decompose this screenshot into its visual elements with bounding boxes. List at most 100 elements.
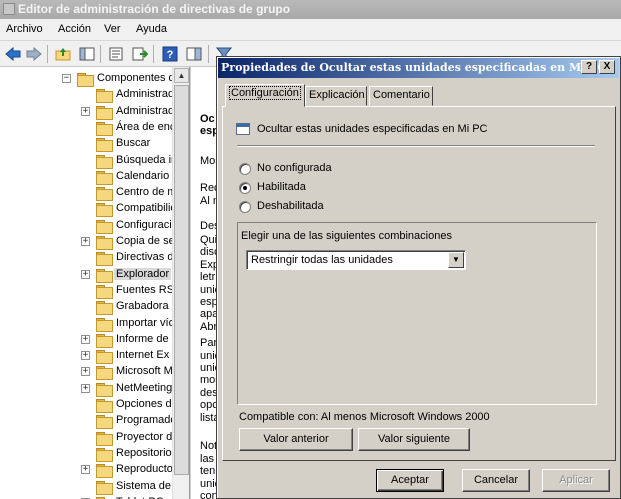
tree-item[interactable]: + NetMeeting bbox=[0, 381, 172, 397]
tree-item[interactable]: Importar vío bbox=[0, 316, 175, 332]
tree-scrollbar[interactable]: ▲ bbox=[172, 67, 189, 499]
tree-item[interactable]: Proyector d bbox=[0, 430, 172, 446]
folder-icon bbox=[96, 382, 113, 397]
dialog-titlebar: Propiedades de Ocultar estas unidades es… bbox=[218, 58, 619, 78]
export-list-icon[interactable] bbox=[130, 44, 150, 64]
tree-item[interactable]: Búsqueda ir bbox=[0, 153, 175, 169]
tree-item[interactable]: − Componentes d bbox=[0, 71, 175, 87]
radio-label: Habilitada bbox=[257, 181, 306, 193]
tree-item[interactable]: Calendario c bbox=[0, 169, 178, 185]
radio-circle[interactable] bbox=[239, 182, 251, 194]
dialog-title: Propiedades de Ocultar estas unidades es… bbox=[221, 61, 607, 74]
scroll-thumb[interactable] bbox=[174, 85, 189, 475]
tree-item[interactable]: Repositorio bbox=[0, 446, 172, 462]
scroll-up-icon[interactable]: ▲ bbox=[174, 68, 189, 83]
expand-icon[interactable]: + bbox=[81, 383, 90, 393]
tree-item[interactable]: Administrad bbox=[0, 87, 175, 104]
tree-item[interactable]: Programado bbox=[0, 413, 177, 430]
tree-item[interactable]: + Copia de se bbox=[0, 234, 175, 250]
menu-accion[interactable]: Acción bbox=[58, 23, 91, 35]
folder-icon bbox=[96, 252, 113, 267]
tree-item[interactable]: +Tablet PC bbox=[0, 495, 172, 499]
tree-item-label: Explorador bbox=[114, 267, 172, 280]
tree-item-label: Administrad bbox=[116, 88, 175, 101]
folder-icon bbox=[96, 480, 113, 495]
tab-explicacion[interactable]: Explicación bbox=[305, 86, 367, 106]
folder-icon bbox=[96, 317, 113, 332]
expand-icon[interactable]: + bbox=[81, 106, 90, 116]
radio-circle[interactable] bbox=[239, 163, 251, 175]
tree-item-label: Sistema de bbox=[116, 479, 172, 492]
properties-icon[interactable] bbox=[106, 44, 126, 64]
tree-item-label: Compatibilic bbox=[116, 202, 176, 215]
tree-item-label: Directivas d bbox=[116, 251, 174, 264]
tree-item[interactable]: Opciones de bbox=[0, 397, 178, 413]
up-folder-icon[interactable] bbox=[53, 44, 73, 64]
tree-item[interactable]: Fuentes RSS bbox=[0, 283, 181, 299]
folder-icon bbox=[96, 121, 113, 136]
tree-item-label: Internet Ex bbox=[116, 349, 170, 362]
cancel-button[interactable]: Cancelar bbox=[462, 469, 530, 492]
divider bbox=[237, 145, 595, 147]
expand-icon[interactable]: + bbox=[81, 351, 90, 361]
drives-combo-select[interactable]: Restringir todas las unidades ▼ bbox=[246, 250, 466, 270]
tree-item[interactable]: Área de enc bbox=[0, 120, 175, 136]
tree-item[interactable]: + Administrad bbox=[0, 104, 175, 120]
folder-icon bbox=[96, 415, 113, 430]
action-pane-icon[interactable] bbox=[184, 44, 204, 64]
folder-icon bbox=[96, 154, 113, 169]
compatibility-text: Compatible con: Al menos Microsoft Windo… bbox=[239, 411, 490, 423]
menu-archivo[interactable]: Archivo bbox=[6, 23, 43, 35]
tree-item-label: Centro de m bbox=[116, 186, 177, 199]
dialog-close-button[interactable]: X bbox=[599, 60, 615, 74]
menu-ayuda[interactable]: Ayuda bbox=[136, 23, 167, 35]
tree-item-label: Calendario c bbox=[116, 169, 178, 182]
navigation-tree: − Componentes d Administrad + Administrad Áre… bbox=[0, 67, 190, 499]
expand-icon[interactable]: + bbox=[81, 334, 90, 344]
tree-item-label: Administrad bbox=[116, 104, 175, 117]
tree-item[interactable]: Grabadora c bbox=[0, 299, 177, 316]
tree-item[interactable]: Centro de m bbox=[0, 185, 177, 202]
expand-icon[interactable]: + bbox=[81, 237, 90, 246]
tree-item-label: Importar vío bbox=[116, 316, 175, 329]
properties-dialog: Propiedades de Ocultar estas unidades es… bbox=[216, 56, 621, 499]
collapse-icon[interactable]: − bbox=[62, 74, 71, 83]
tree-item[interactable]: + Explorador bbox=[0, 267, 172, 283]
chevron-down-icon[interactable]: ▼ bbox=[448, 252, 464, 268]
menu-bar: Archivo Acción Ver Ayuda bbox=[0, 19, 621, 41]
tree-item[interactable]: Buscar bbox=[0, 136, 172, 153]
tree-item[interactable]: Sistema de bbox=[0, 479, 172, 495]
tree-item-label: Configuració bbox=[116, 218, 178, 231]
tree-item[interactable]: + Informe de bbox=[0, 332, 172, 348]
folder-icon bbox=[96, 219, 113, 234]
tree-item[interactable]: + Microsoft M bbox=[0, 364, 173, 381]
forward-arrow-icon[interactable] bbox=[24, 44, 44, 64]
tree-item-label: Componentes d bbox=[97, 72, 175, 84]
tree-item[interactable]: Compatibilic bbox=[0, 201, 176, 218]
tree-item[interactable]: Directivas d bbox=[0, 250, 174, 267]
apply-button[interactable]: Aplicar bbox=[542, 469, 610, 492]
tree-item[interactable]: + Internet Ex bbox=[0, 348, 172, 365]
dialog-help-button[interactable]: ? bbox=[581, 60, 597, 74]
folder-icon bbox=[96, 301, 113, 316]
next-setting-button[interactable]: Valor siguiente bbox=[358, 428, 470, 451]
menu-ver[interactable]: Ver bbox=[104, 23, 121, 35]
combo-value: Restringir todas las unidades bbox=[251, 254, 393, 266]
tree-item-label: Programado bbox=[116, 414, 177, 427]
tree-item[interactable]: Configuració bbox=[0, 218, 178, 234]
tree-item[interactable]: + Reproducto bbox=[0, 462, 173, 479]
folder-icon bbox=[96, 138, 113, 153]
folder-icon bbox=[96, 399, 113, 413]
main-window-titlebar: Editor de administración de directivas d… bbox=[0, 0, 621, 19]
previous-setting-button[interactable]: Valor anterior bbox=[239, 428, 353, 451]
tab-configuracion[interactable]: Configuración bbox=[225, 84, 305, 107]
expand-icon[interactable]: + bbox=[81, 367, 90, 377]
help-icon[interactable]: ? bbox=[160, 44, 180, 64]
expand-icon[interactable]: + bbox=[81, 269, 90, 279]
radio-circle[interactable] bbox=[239, 201, 251, 213]
ok-button[interactable]: Aceptar bbox=[376, 469, 444, 492]
expand-icon[interactable]: + bbox=[81, 465, 90, 475]
show-hide-tree-icon[interactable] bbox=[77, 44, 97, 64]
tab-comentario[interactable]: Comentario bbox=[369, 86, 433, 106]
back-arrow-icon[interactable] bbox=[3, 44, 23, 64]
